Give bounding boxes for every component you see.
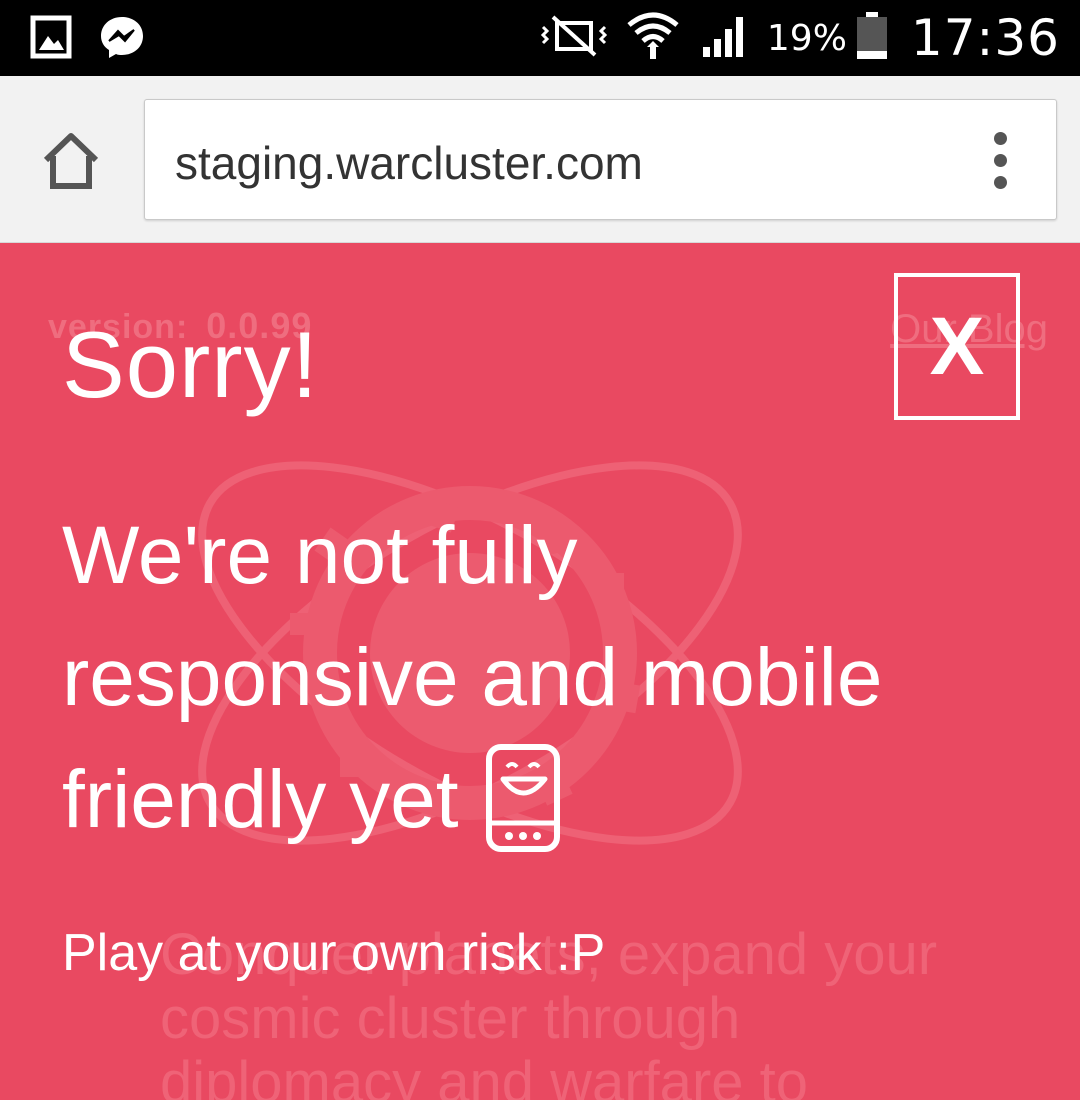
overflow-menu-icon[interactable]	[990, 132, 1010, 192]
status-bar: 19% 17:36	[0, 0, 1080, 76]
url-text[interactable]: staging.warcluster.com	[175, 136, 643, 190]
message-line-with-icon: friendly yet	[62, 739, 1022, 887]
address-bar[interactable]: staging.warcluster.com	[144, 99, 1057, 220]
signal-icon	[701, 13, 749, 63]
wifi-icon	[627, 11, 679, 65]
tagline-line: cosmic cluster through	[160, 986, 741, 1051]
message-line: friendly yet	[62, 754, 459, 845]
not-responsive-message: We're not fully responsive and mobile fr…	[62, 495, 1022, 887]
page-title: Sorry!	[62, 312, 319, 417]
tagline-line: diplomacy and warfare to	[160, 1050, 808, 1100]
mute-icon	[539, 13, 609, 63]
gallery-icon	[30, 14, 72, 66]
risk-notice: Play at your own risk :P	[62, 924, 606, 982]
home-icon[interactable]	[38, 128, 104, 194]
battery-percent: 19%	[766, 17, 847, 59]
battery-icon	[855, 11, 889, 65]
browser-toolbar: staging.warcluster.com	[0, 76, 1080, 243]
message-line: responsive and mobile	[62, 632, 883, 723]
page-content: version: 0.0.99 Our Blog Conquer planets,…	[0, 243, 1080, 1100]
message-line: We're not fully	[62, 510, 578, 601]
close-button[interactable]: X	[894, 273, 1020, 420]
smiling-phone-icon	[485, 743, 561, 887]
clock: 17:36	[910, 9, 1060, 67]
messenger-icon	[98, 14, 146, 66]
